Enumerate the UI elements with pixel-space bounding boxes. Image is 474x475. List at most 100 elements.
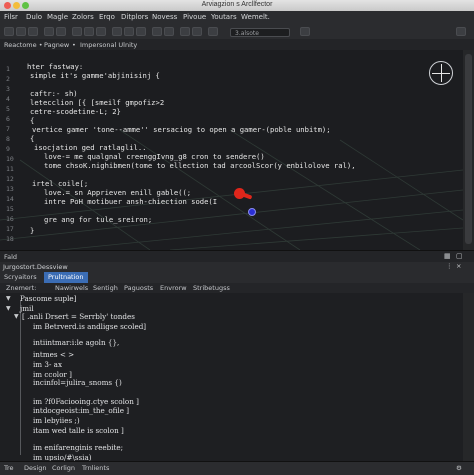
pause-icon[interactable] bbox=[84, 27, 94, 36]
subtab-3[interactable]: Sentigh bbox=[93, 284, 118, 292]
code-line[interactable]: { bbox=[30, 134, 34, 143]
scrollbar-thumb[interactable] bbox=[465, 54, 472, 244]
menu-item-4[interactable]: Zolors bbox=[72, 13, 94, 21]
line-number: 16 bbox=[6, 215, 14, 223]
bottom-tab-1[interactable]: Tre bbox=[4, 464, 14, 472]
new-icon[interactable] bbox=[4, 27, 14, 36]
code-line[interactable]: cetre-scodetine-L; 2} bbox=[30, 107, 121, 116]
camera-icon[interactable] bbox=[180, 27, 190, 36]
compass-gizmo[interactable] bbox=[429, 61, 453, 85]
tree-row[interactable]: intiintmar:i:le agoln {}, bbox=[33, 338, 119, 347]
line-number: 11 bbox=[6, 165, 14, 173]
save-icon[interactable] bbox=[28, 27, 38, 36]
maximize-panel-icon[interactable]: ▢ bbox=[456, 252, 463, 260]
window-title: Arviagzion s Arcllfector bbox=[201, 1, 273, 8]
breadcrumb-item[interactable]: Pagnew bbox=[44, 41, 69, 49]
code-line[interactable]: letecclion [{ [smeilf gmpofiz>2 bbox=[30, 98, 164, 107]
tree-row[interactable]: im lebyiies ;) bbox=[33, 416, 80, 425]
code-line[interactable]: love-= me qualgnal creenggIvng_g8 cron t… bbox=[44, 152, 265, 161]
code-line[interactable]: { bbox=[30, 116, 34, 125]
tab-prultnation[interactable]: Prultnation bbox=[44, 272, 88, 283]
subtab-1[interactable]: Znemert: bbox=[6, 284, 36, 292]
open-icon[interactable] bbox=[16, 27, 26, 36]
expand-arrow-icon[interactable]: ▼ bbox=[6, 305, 11, 312]
menu-item-10[interactable]: Wemelt. bbox=[241, 13, 270, 21]
line-number: 15 bbox=[6, 205, 14, 213]
blue-point-marker[interactable] bbox=[248, 208, 256, 216]
line-number: 7 bbox=[6, 125, 10, 133]
layers-icon[interactable] bbox=[208, 27, 218, 36]
menu-item-5[interactable]: Erqo bbox=[99, 13, 115, 21]
subtab-2[interactable]: Nawirwels bbox=[55, 284, 88, 292]
redo-icon[interactable] bbox=[56, 27, 66, 36]
tab-scryaitors[interactable]: Scryaitors bbox=[0, 272, 41, 283]
bottom-tab-clients[interactable]: Trnlients bbox=[82, 464, 109, 472]
line-number: 5 bbox=[6, 105, 10, 113]
code-line[interactable]: isocjation ged ratlaglil.. bbox=[34, 143, 147, 152]
code-line[interactable]: intre PoH motibuer ansh-chiection sode(I bbox=[44, 197, 217, 206]
grid-icon[interactable] bbox=[152, 27, 162, 36]
code-line[interactable]: hter fastway: bbox=[27, 62, 83, 71]
menu-bar: Filsr Dulo Magle Zolors Erqo Ditplors No… bbox=[0, 11, 474, 25]
settings-gear-icon[interactable]: ⚙ bbox=[456, 464, 462, 472]
expand-arrow-icon[interactable]: ▼ bbox=[6, 295, 11, 302]
scale-tool-icon[interactable] bbox=[136, 27, 146, 36]
undo-icon[interactable] bbox=[44, 27, 54, 36]
tree-row[interactable]: im 3- ax bbox=[33, 360, 62, 369]
menu-item-7[interactable]: Novess bbox=[152, 13, 177, 21]
subtab-5[interactable]: Envrorw bbox=[160, 284, 187, 292]
line-number: 6 bbox=[6, 115, 10, 123]
tree-row[interactable]: Pascome suple] bbox=[20, 294, 76, 303]
expand-icon[interactable] bbox=[456, 27, 466, 36]
panel-title: Jurgostort.Dessview bbox=[3, 263, 68, 271]
tree-row[interactable]: im ?f0Faciooing.ctye scolon ] bbox=[33, 397, 139, 406]
light-icon[interactable] bbox=[192, 27, 202, 36]
line-number: 2 bbox=[6, 75, 10, 83]
menu-item-6[interactable]: Ditplors bbox=[121, 13, 148, 21]
menu-file[interactable]: Filsr bbox=[4, 13, 18, 21]
line-number: 9 bbox=[6, 145, 10, 153]
bottom-tab-design[interactable]: Design bbox=[24, 464, 46, 472]
code-line[interactable]: vertice gamer 'tone--amme'' sersaciog to… bbox=[32, 125, 331, 134]
tree-row[interactable]: im Betrverd.is andligse scoled] bbox=[33, 322, 146, 331]
line-number: 17 bbox=[6, 225, 14, 233]
line-number: 14 bbox=[6, 195, 14, 203]
subtab-4[interactable]: Paguosts bbox=[124, 284, 153, 292]
expand-arrow-icon[interactable]: ▼ bbox=[14, 313, 19, 320]
settings-icon[interactable] bbox=[300, 27, 310, 36]
panel-menu-icon[interactable]: ⋮ bbox=[446, 262, 453, 270]
tree-row[interactable]: itam wed talle is scolon ] bbox=[33, 426, 124, 435]
tree-indent-guide bbox=[20, 300, 21, 455]
status-text: Fald bbox=[4, 253, 18, 261]
move-tool-icon[interactable] bbox=[112, 27, 122, 36]
menu-item-8[interactable]: Pivoue bbox=[183, 13, 206, 21]
code-line[interactable]: irtel coile[; bbox=[32, 179, 88, 188]
outline-scrollbar[interactable] bbox=[463, 293, 474, 461]
code-line[interactable]: tome chsoK.nighibmen(tome to ellection t… bbox=[44, 161, 356, 170]
code-line[interactable]: gre ang for tule_sreiron; bbox=[44, 215, 152, 224]
menu-item-3[interactable]: Magle bbox=[47, 13, 68, 21]
breadcrumb-item[interactable]: Impersonal Ulnity bbox=[80, 41, 137, 49]
play-icon[interactable] bbox=[72, 27, 82, 36]
search-input[interactable]: 3.alsote bbox=[230, 28, 290, 37]
tree-row[interactable]: intdocgeoist:im_the_ofile ] bbox=[33, 406, 129, 415]
snap-icon[interactable] bbox=[164, 27, 174, 36]
menu-item-2[interactable]: Dulo bbox=[26, 13, 42, 21]
code-line[interactable]: love.= sn Apprieven enill gable((; bbox=[44, 188, 191, 197]
subtab-6[interactable]: Stribetugss bbox=[193, 284, 230, 292]
panel-close-icon[interactable]: × bbox=[456, 262, 461, 270]
tree-row[interactable]: intmes < > bbox=[33, 350, 74, 359]
rotate-tool-icon[interactable] bbox=[124, 27, 134, 36]
code-line[interactable]: caftr:- sh) bbox=[30, 89, 78, 98]
stop-icon[interactable] bbox=[96, 27, 106, 36]
menu-item-9[interactable]: Youtars bbox=[211, 13, 237, 21]
bottom-tab-config[interactable]: Corlign bbox=[52, 464, 75, 472]
code-line[interactable]: simple it's gamme'abjinisinj { bbox=[30, 71, 160, 80]
tree-row[interactable]: im enifarenginis reebite; bbox=[33, 443, 123, 452]
tree-row[interactable]: [ .anli Drsert = Serrbly' tondes bbox=[22, 312, 135, 321]
code-line[interactable]: } bbox=[30, 226, 34, 235]
breadcrumb-item[interactable]: Reactome • bbox=[4, 41, 43, 49]
tree-row[interactable]: incinfol=julira_snoms {) bbox=[33, 378, 122, 387]
panel-options-icon[interactable]: ▦ bbox=[444, 252, 451, 260]
viewport-scrollbar[interactable] bbox=[463, 50, 474, 250]
